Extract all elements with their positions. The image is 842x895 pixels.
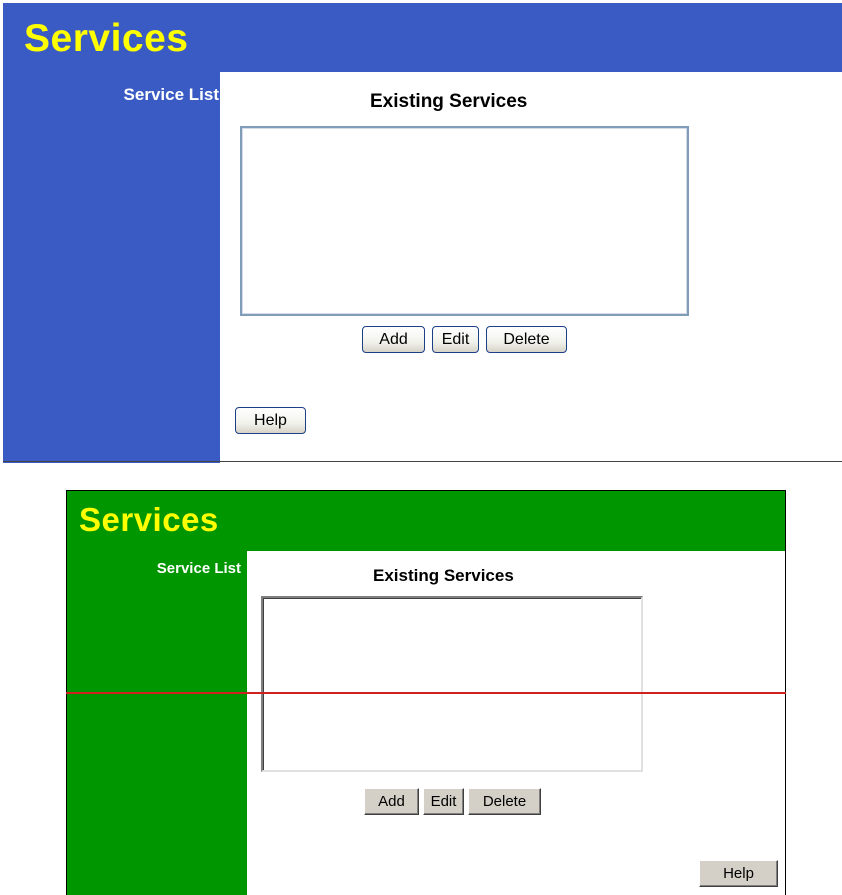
sidebar-item-service-list: Service List: [123, 85, 219, 104]
header-banner: Services: [67, 491, 785, 551]
add-button[interactable]: Add: [364, 788, 419, 815]
services-panel-green: Services Service List Existing Services …: [0, 463, 842, 895]
delete-button[interactable]: Delete: [468, 788, 541, 815]
sidebar-item-service-list: Service List: [156, 560, 241, 577]
existing-services-list[interactable]: [240, 126, 689, 316]
add-button[interactable]: Add: [362, 326, 425, 353]
section-heading: Existing Services: [373, 566, 514, 585]
page-title: Services: [24, 17, 189, 60]
help-button[interactable]: Help: [699, 860, 778, 887]
help-button[interactable]: Help: [235, 407, 306, 434]
edit-button[interactable]: Edit: [423, 788, 464, 815]
services-panel-blue: Services Service List Existing Services …: [0, 0, 842, 463]
divider: [3, 461, 842, 462]
sidebar: Service List: [67, 551, 247, 895]
edit-button[interactable]: Edit: [432, 326, 479, 353]
sidebar: Service List: [3, 72, 220, 463]
existing-services-list[interactable]: [261, 596, 643, 772]
section-heading: Existing Services: [370, 91, 528, 112]
page-title: Services: [79, 501, 219, 538]
delete-button[interactable]: Delete: [486, 326, 567, 353]
header-banner: Services: [3, 3, 842, 72]
annotation-divider-line: [66, 692, 786, 694]
